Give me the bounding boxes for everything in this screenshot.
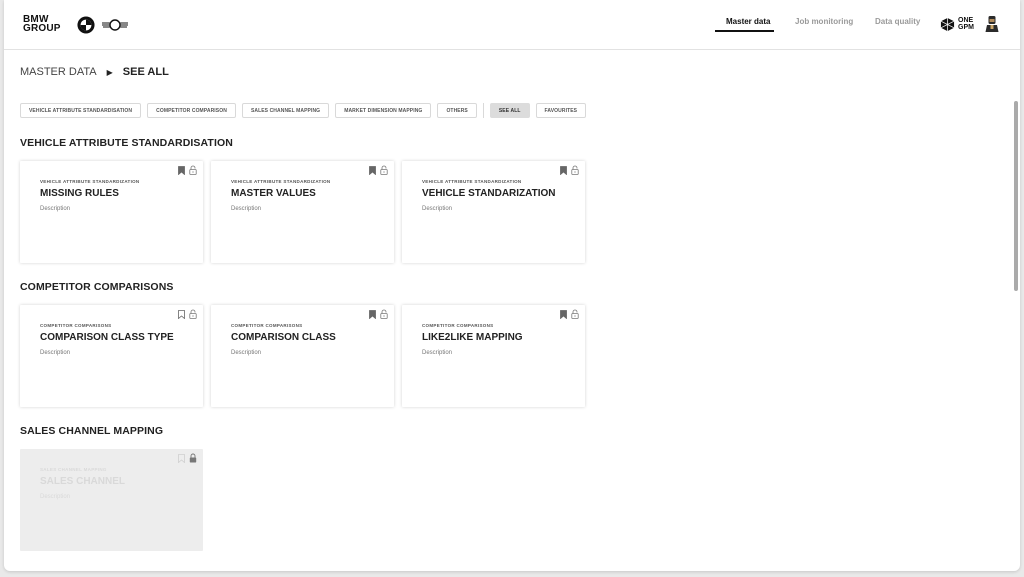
user-avatar-icon[interactable]	[984, 15, 1000, 33]
card-actions	[556, 165, 579, 175]
mini-logo-icon	[102, 19, 128, 31]
nav-data-quality[interactable]: Data quality	[875, 17, 920, 26]
filter-see-all[interactable]: SEE ALL	[489, 103, 530, 118]
bookmark-icon[interactable]	[560, 165, 567, 175]
card-master-values[interactable]: VEHICLE ATTRIBUTE STANDARDIZATION MASTER…	[211, 161, 394, 263]
card-actions	[365, 165, 388, 175]
card-title: MISSING RULES	[40, 188, 119, 199]
card-category: COMPETITOR COMPARISONS	[422, 323, 494, 328]
vertical-scrollbar[interactable]	[1014, 101, 1018, 291]
card-description: Description	[422, 350, 453, 356]
lock-icon[interactable]	[571, 165, 579, 175]
lock-icon[interactable]	[189, 309, 197, 319]
card-vehicle-standarization[interactable]: VEHICLE ATTRIBUTE STANDARDIZATION VEHICL…	[402, 161, 585, 263]
card-missing-rules[interactable]: VEHICLE ATTRIBUTE STANDARDIZATION MISSIN…	[20, 161, 203, 263]
card-actions	[365, 309, 388, 319]
filter-others[interactable]: OTHERS	[437, 103, 477, 118]
breadcrumb-separator-icon: ▶	[106, 67, 113, 77]
filter-vehicle-attribute-standardisation[interactable]: VEHICLE ATTRIBUTE STANDARDISATION	[20, 103, 142, 118]
card-comparison-class[interactable]: COMPETITOR COMPARISONS COMPARISON CLASS …	[211, 305, 394, 407]
card-category: VEHICLE ATTRIBUTE STANDARDIZATION	[231, 179, 331, 184]
card-description: Description	[40, 350, 71, 356]
filter-competitor-comparison[interactable]: COMPETITOR COMPARISON	[147, 103, 236, 118]
section-title-vehicle-attribute: VEHICLE ATTRIBUTE STANDARDISATION	[20, 137, 233, 149]
onegpm-cube-icon	[940, 17, 955, 32]
card-category: COMPETITOR COMPARISONS	[40, 323, 112, 328]
card-comparison-class-type[interactable]: COMPETITOR COMPARISONS COMPARISON CLASS …	[20, 305, 203, 407]
card-description: Description	[40, 206, 71, 212]
lock-icon[interactable]	[571, 309, 579, 319]
card-title: SALES CHANNEL	[40, 476, 126, 487]
lock-icon[interactable]	[189, 165, 197, 175]
bookmark-icon[interactable]	[369, 309, 376, 319]
nav-master-data[interactable]: Master data	[726, 17, 770, 26]
card-like2like-mapping[interactable]: COMPETITOR COMPARISONS LIKE2LIKE MAPPING…	[402, 305, 585, 407]
filter-divider	[482, 103, 484, 118]
card-actions	[174, 165, 197, 175]
bmw-roundel-icon	[77, 16, 95, 34]
card-description: Description	[422, 206, 453, 212]
onegpm-line-2: GPM	[958, 24, 974, 31]
card-title: COMPARISON CLASS TYPE	[40, 332, 174, 343]
bookmark-outline-icon[interactable]	[178, 309, 185, 319]
app-window: BMW GROUP Master data Job monitoring Dat…	[4, 0, 1020, 571]
card-category: VEHICLE ATTRIBUTE STANDARDIZATION	[40, 179, 140, 184]
card-sales-channel: SALES CHANNEL MAPPING SALES CHANNEL Desc…	[20, 449, 203, 551]
section-title-competitor-comparisons: COMPETITOR COMPARISONS	[20, 281, 174, 293]
card-category: VEHICLE ATTRIBUTE STANDARDIZATION	[422, 179, 522, 184]
card-title: LIKE2LIKE MAPPING	[422, 332, 523, 343]
filter-market-dimension-mapping[interactable]: MARKET DIMENSION MAPPING	[335, 103, 432, 118]
bookmark-outline-icon	[178, 453, 185, 463]
card-title: MASTER VALUES	[231, 188, 316, 199]
active-nav-indicator	[715, 30, 774, 32]
breadcrumb: MASTER DATA ▶ SEE ALL	[20, 66, 169, 78]
bookmark-icon[interactable]	[369, 165, 376, 175]
top-navigation-bar: BMW GROUP Master data Job monitoring Dat…	[4, 0, 1020, 50]
card-title: VEHICLE STANDARIZATION	[422, 188, 556, 199]
lock-icon[interactable]	[380, 309, 388, 319]
filter-favourites[interactable]: FAVOURITES	[535, 103, 587, 118]
breadcrumb-current: SEE ALL	[122, 66, 169, 78]
nav-job-monitoring[interactable]: Job monitoring	[795, 17, 853, 26]
card-actions	[174, 453, 197, 463]
card-title: COMPARISON CLASS	[231, 332, 336, 343]
card-category: SALES CHANNEL MAPPING	[40, 467, 107, 472]
lock-icon[interactable]	[380, 165, 388, 175]
section-title-sales-channel-mapping: SALES CHANNEL MAPPING	[20, 425, 164, 437]
card-actions	[174, 309, 197, 319]
bookmark-icon[interactable]	[560, 309, 567, 319]
brand-line-2: GROUP	[23, 23, 61, 34]
card-description: Description	[231, 206, 262, 212]
card-actions	[556, 309, 579, 319]
card-category: COMPETITOR COMPARISONS	[231, 323, 303, 328]
onegpm-logo[interactable]: ONE GPM	[958, 17, 974, 31]
bmw-group-logo[interactable]: BMW GROUP	[23, 15, 61, 34]
bookmark-icon[interactable]	[178, 165, 185, 175]
onegpm-line-1: ONE	[958, 17, 974, 24]
category-filter-bar: VEHICLE ATTRIBUTE STANDARDISATION COMPET…	[20, 103, 592, 118]
filter-sales-channel-mapping[interactable]: SALES CHANNEL MAPPING	[241, 103, 330, 118]
card-description: Description	[231, 350, 262, 356]
card-description: Description	[40, 494, 71, 500]
lock-closed-icon	[189, 453, 197, 463]
breadcrumb-root[interactable]: MASTER DATA	[20, 66, 97, 78]
